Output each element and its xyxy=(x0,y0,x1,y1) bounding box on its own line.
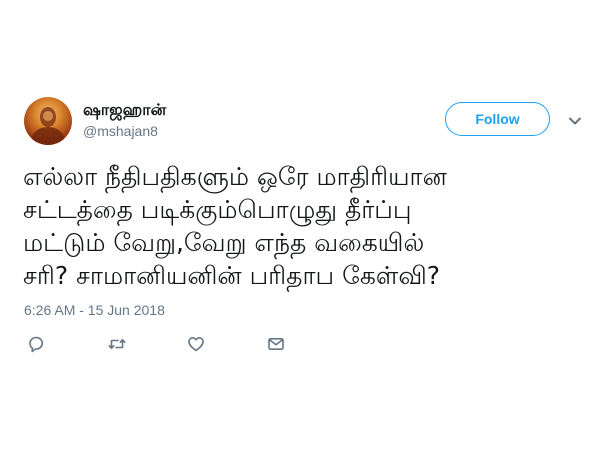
avatar[interactable] xyxy=(24,97,72,145)
chevron-down-icon[interactable] xyxy=(566,112,584,130)
tweet-card: ஷாஜஹான் @mshajan8 Follow எல்லா நீதிபதிகள… xyxy=(0,0,600,450)
tweet-text-line: மட்டும் வேறு,வேறு எந்த வகையில் xyxy=(23,228,425,257)
retweet-icon[interactable] xyxy=(107,334,127,354)
tweet-text: எல்லா நீதிபதிகளும் ஒரே மாதிரியான சட்டத்த… xyxy=(23,160,588,292)
tweet-text-line: எல்லா நீதிபதிகளும் ஒரே மாதிரியான xyxy=(23,162,447,191)
user-handle[interactable]: @mshajan8 xyxy=(83,123,158,139)
reply-icon[interactable] xyxy=(26,334,46,354)
tweet-timestamp[interactable]: 6:26 AM - 15 Jun 2018 xyxy=(24,302,165,318)
heart-icon[interactable] xyxy=(186,334,206,354)
avatar-image xyxy=(32,107,64,145)
envelope-icon[interactable] xyxy=(266,334,286,354)
display-name[interactable]: ஷாஜஹான் xyxy=(83,100,166,121)
tweet-text-line: சட்டத்தை படிக்கும்பொழுது தீர்ப்பு xyxy=(23,195,412,224)
follow-button[interactable]: Follow xyxy=(445,102,550,136)
tweet-text-line: சரி? சாமானியனின் பரிதாப கேள்வி? xyxy=(23,261,441,290)
